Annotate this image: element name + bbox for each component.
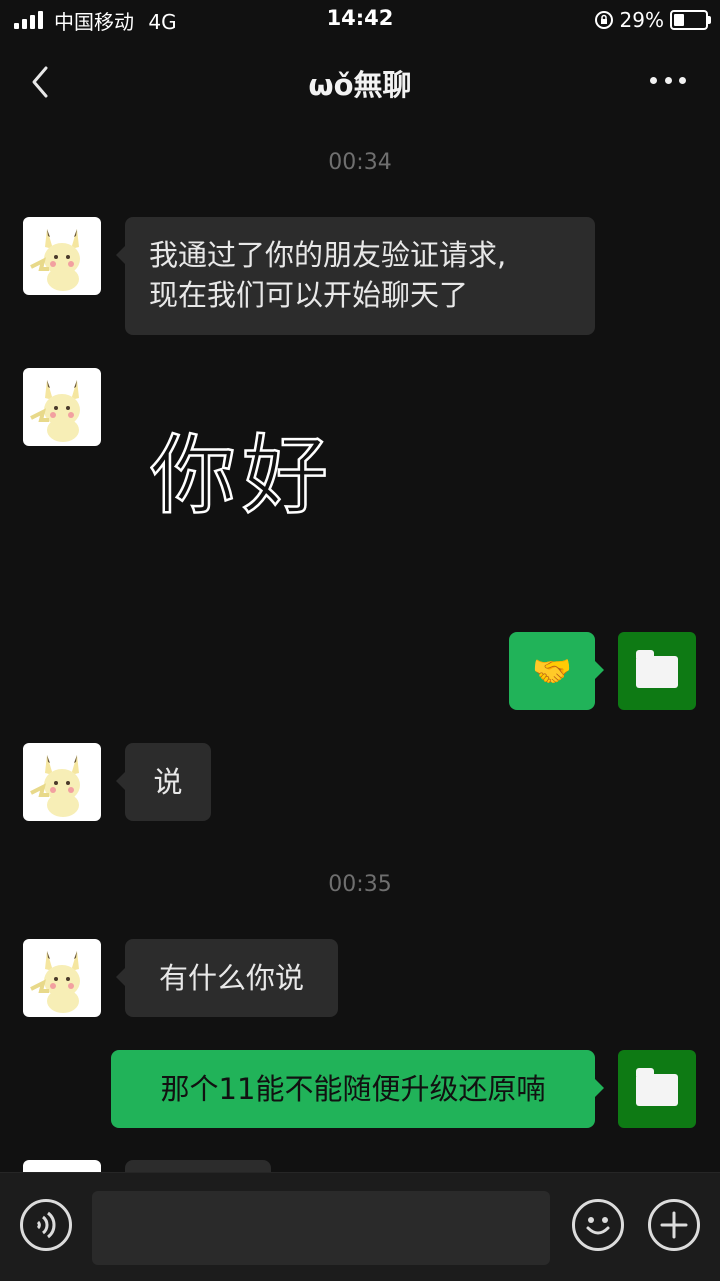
self-avatar[interactable] [618,632,696,710]
rotation-lock-icon [594,11,613,29]
more-dots-icon[interactable] [650,72,686,88]
voice-icon[interactable] [20,1199,72,1251]
message-bubble[interactable]: 说 [116,743,211,821]
contact-avatar[interactable] [23,1160,101,1172]
sticker-text: 你好 [150,426,334,525]
emoji-icon[interactable] [572,1199,624,1251]
message-bubble[interactable] [125,1160,271,1172]
folder-icon [636,1068,678,1106]
sticker-message[interactable]: 你好 [150,415,340,525]
contact-avatar[interactable] [23,368,101,446]
chat-header: ωǒ無聊 [0,40,720,124]
message-bubble[interactable]: 🤝 [509,632,604,710]
pikachu-avatar-art [30,229,80,291]
message-bubble[interactable]: 那个11能不能随便升级还原喃 [111,1050,604,1128]
battery-percent: 29% [619,8,664,32]
message-bubble[interactable]: 有什么你说 [116,939,338,1017]
status-bar: 中国移动 4G 14:42 29% [0,0,720,40]
contact-avatar[interactable] [23,743,101,821]
input-bar [0,1172,720,1281]
self-avatar[interactable] [618,1050,696,1128]
battery-icon [670,10,711,30]
plus-icon[interactable] [648,1199,700,1251]
contact-avatar[interactable] [23,217,101,295]
message-bubble[interactable]: 我通过了你的朋友验证请求, 现在我们可以开始聊天了 [116,217,595,335]
timestamp: 00:34 [328,150,392,175]
folder-icon [636,650,678,688]
contact-avatar[interactable] [23,939,101,1017]
timestamp: 00:35 [328,872,392,897]
message-input[interactable] [92,1191,550,1265]
chat-title: ωǒ無聊 [308,68,412,102]
